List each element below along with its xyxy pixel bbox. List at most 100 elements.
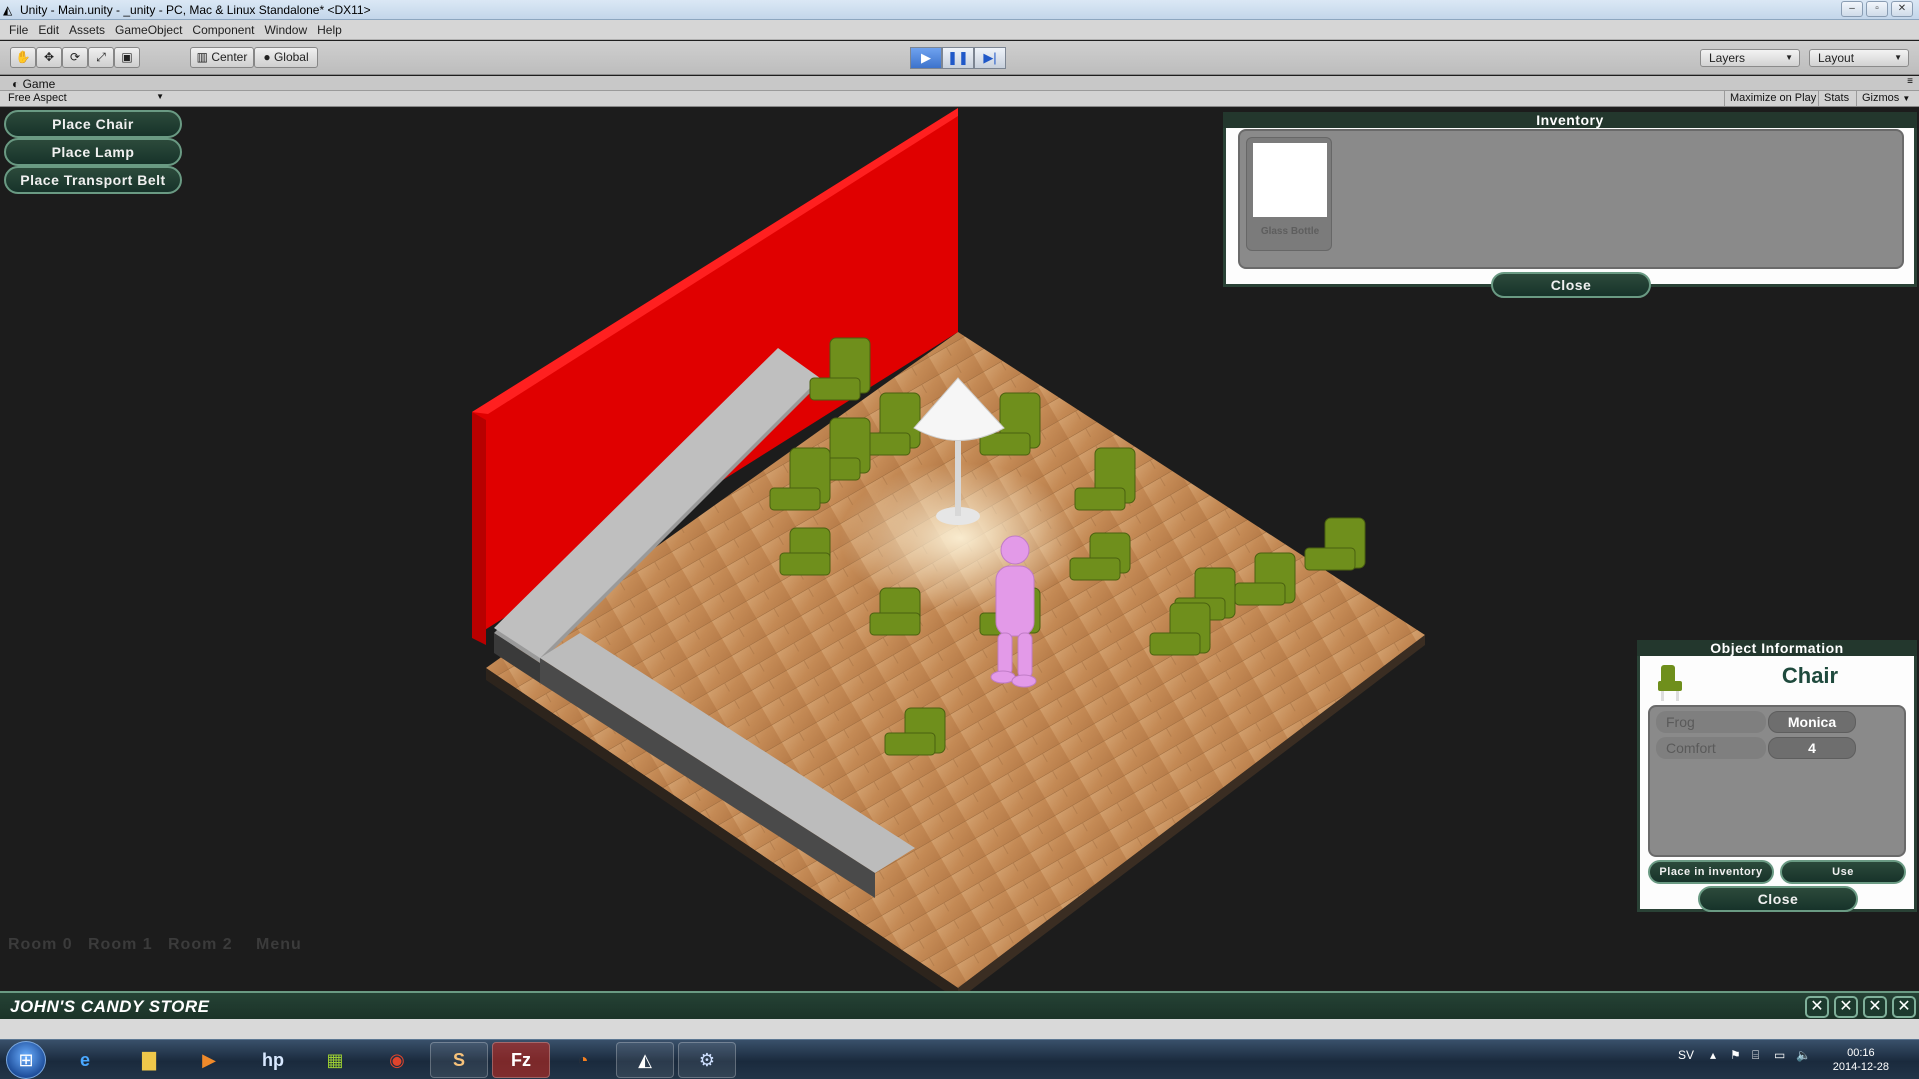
tab-menu-icon[interactable]: ≡ xyxy=(1907,76,1913,87)
spreadsheet-icon[interactable]: ▦ xyxy=(306,1042,364,1078)
status-strip xyxy=(0,1019,1919,1039)
chevron-down-icon: ▼ xyxy=(156,92,164,101)
object-info-title: Object Information xyxy=(1637,640,1917,656)
network-icon[interactable]: ⌸ xyxy=(1752,1048,1759,1063)
game-view-toolbar: Free Aspect ▼ Maximize on Play Stats Giz… xyxy=(0,91,1919,107)
action-center-flag-icon[interactable]: ⚑ xyxy=(1730,1048,1741,1062)
chrome-icon[interactable]: ◉ xyxy=(368,1042,426,1078)
hand-tool-icon[interactable]: ✋ xyxy=(10,47,36,68)
scale-tool-icon[interactable]: ⤢ xyxy=(88,47,114,68)
menu-edit[interactable]: Edit xyxy=(35,20,66,39)
pause-button[interactable]: ❚❚ xyxy=(942,47,974,69)
close-icon[interactable]: ✕ xyxy=(1805,996,1829,1018)
menu-component[interactable]: Component xyxy=(189,20,261,39)
tab-game[interactable]: ◐ Game xyxy=(12,77,55,91)
layout-dropdown[interactable]: Layout ▼ xyxy=(1809,49,1909,67)
remote-app-icon[interactable]: ⚙ xyxy=(678,1042,736,1078)
use-button[interactable]: Use xyxy=(1780,860,1906,884)
inventory-title: Inventory xyxy=(1223,112,1917,128)
internet-explorer-icon[interactable]: e xyxy=(56,1042,114,1078)
pivot-global-label: Global xyxy=(273,50,309,64)
play-button[interactable]: ▶ xyxy=(910,47,942,69)
clock-date: 2014-12-28 xyxy=(1832,1061,1889,1073)
chevron-down-icon: ▼ xyxy=(1894,53,1902,62)
menu-gameobject[interactable]: GameObject xyxy=(112,20,189,39)
aspect-dropdown[interactable]: Free Aspect ▼ xyxy=(8,92,164,104)
layout-label: Layout xyxy=(1818,51,1855,65)
close-window-button[interactable]: ✕ xyxy=(1891,1,1913,17)
close-icon[interactable]: ✕ xyxy=(1863,996,1887,1018)
pivot-global-toggle[interactable]: ● Global xyxy=(254,47,318,68)
window-titlebar: ◭ Unity - Main.unity - _unity - PC, Mac … xyxy=(0,0,1919,20)
blender-icon[interactable]: ◔ xyxy=(554,1042,612,1078)
menu-window[interactable]: Window xyxy=(261,20,314,39)
property-row: Comfort 4 xyxy=(1654,737,1902,759)
hp-icon[interactable]: hp xyxy=(244,1042,302,1078)
place-lamp-button[interactable]: Place Lamp xyxy=(4,138,182,166)
inventory-slot[interactable]: Glass Bottle xyxy=(1246,137,1332,251)
chevron-down-icon: ▼ xyxy=(1902,94,1911,103)
inventory-panel: Inventory Glass Bottle Close xyxy=(1223,112,1917,298)
volume-icon[interactable]: 🔈 xyxy=(1796,1048,1811,1062)
window-title: Unity - Main.unity - _unity - PC, Mac & … xyxy=(20,3,371,17)
menu-assets[interactable]: Assets xyxy=(66,20,112,39)
object-info-panel: Object Information Chair Frog Monica Com… xyxy=(1637,640,1917,912)
unity-icon[interactable]: ◭ xyxy=(616,1042,674,1078)
show-hidden-icons-icon[interactable]: ▴ xyxy=(1710,1048,1716,1062)
play-icon: ▶ xyxy=(921,50,931,65)
pivot-center-label: Center xyxy=(211,50,248,64)
move-tool-icon[interactable]: ✥ xyxy=(36,47,62,68)
display-icon[interactable]: ▭ xyxy=(1774,1048,1785,1062)
step-icon: ▶| xyxy=(983,50,997,65)
game-view[interactable]: Place Chair Place Lamp Place Transport B… xyxy=(0,108,1919,991)
filezilla-icon[interactable]: Fz xyxy=(492,1042,550,1078)
menu-help[interactable]: Help xyxy=(314,20,349,39)
rotate-tool-icon[interactable]: ⟳ xyxy=(62,47,88,68)
property-value[interactable]: Monica xyxy=(1768,711,1856,733)
layers-dropdown[interactable]: Layers ▼ xyxy=(1700,49,1800,67)
tab-game-label: Game xyxy=(22,77,56,91)
step-button[interactable]: ▶| xyxy=(974,47,1006,69)
windows-taskbar: ⊞ e ▇ ▶ hp ▦ ◉ S Fz ◔ ◭ ⚙ SV ▴ ⚑ ⌸ ▭ 🔈 0… xyxy=(0,1039,1919,1079)
room-1-link[interactable]: Room 1 xyxy=(88,936,153,954)
object-info-close-button[interactable]: Close xyxy=(1698,886,1858,912)
room-0-link[interactable]: Room 0 xyxy=(8,936,73,954)
stats-toggle[interactable]: Stats xyxy=(1818,91,1854,106)
room-2-link[interactable]: Room 2 xyxy=(168,936,233,954)
pivot-center-toggle[interactable]: ▥ Center xyxy=(190,47,254,68)
place-chair-button[interactable]: Place Chair xyxy=(4,110,182,138)
property-label: Frog xyxy=(1656,711,1766,733)
maximize-on-play-toggle[interactable]: Maximize on Play xyxy=(1724,91,1821,106)
layers-label: Layers xyxy=(1709,51,1746,65)
back-wall-side xyxy=(472,412,486,645)
property-row: Frog Monica xyxy=(1654,711,1902,733)
store-name-bar: JOHN'S CANDY STORE ✕ ✕ ✕ ✕ xyxy=(0,991,1919,1019)
object-properties-well: Frog Monica Comfort 4 xyxy=(1648,705,1906,857)
start-button[interactable]: ⊞ xyxy=(6,1041,46,1079)
menu-link[interactable]: Menu xyxy=(256,936,302,954)
clock-time: 00:16 xyxy=(1847,1047,1875,1059)
menu-bar: File Edit Assets GameObject Component Wi… xyxy=(0,20,1919,40)
close-icon[interactable]: ✕ xyxy=(1834,996,1858,1018)
minimize-button[interactable]: – xyxy=(1841,1,1863,17)
store-name: JOHN'S CANDY STORE xyxy=(10,997,210,1016)
inventory-item-name: Glass Bottle xyxy=(1260,226,1320,237)
file-explorer-icon[interactable]: ▇ xyxy=(120,1042,178,1078)
rect-tool-icon[interactable]: ▣ xyxy=(114,47,140,68)
sublime-text-icon[interactable]: S xyxy=(430,1042,488,1078)
maximize-button[interactable]: ▫ xyxy=(1866,1,1888,17)
windows-logo-icon: ⊞ xyxy=(18,1050,34,1070)
menu-file[interactable]: File xyxy=(6,20,35,39)
inventory-close-button[interactable]: Close xyxy=(1491,272,1651,298)
property-label: Comfort xyxy=(1656,737,1766,759)
close-icon[interactable]: ✕ xyxy=(1892,996,1916,1018)
media-player-icon[interactable]: ▶ xyxy=(180,1042,238,1078)
language-indicator[interactable]: SV xyxy=(1678,1048,1694,1062)
property-value[interactable]: 4 xyxy=(1768,737,1856,759)
gizmos-toggle[interactable]: Gizmos ▼ xyxy=(1856,91,1915,106)
place-transport-belt-button[interactable]: Place Transport Belt xyxy=(4,166,182,194)
pivot-center-icon: ▥ xyxy=(196,50,208,64)
clock[interactable]: 00:16 2014-12-28 xyxy=(1833,1046,1889,1074)
place-in-inventory-button[interactable]: Place in inventory xyxy=(1648,860,1774,884)
aspect-label: Free Aspect xyxy=(8,92,67,104)
